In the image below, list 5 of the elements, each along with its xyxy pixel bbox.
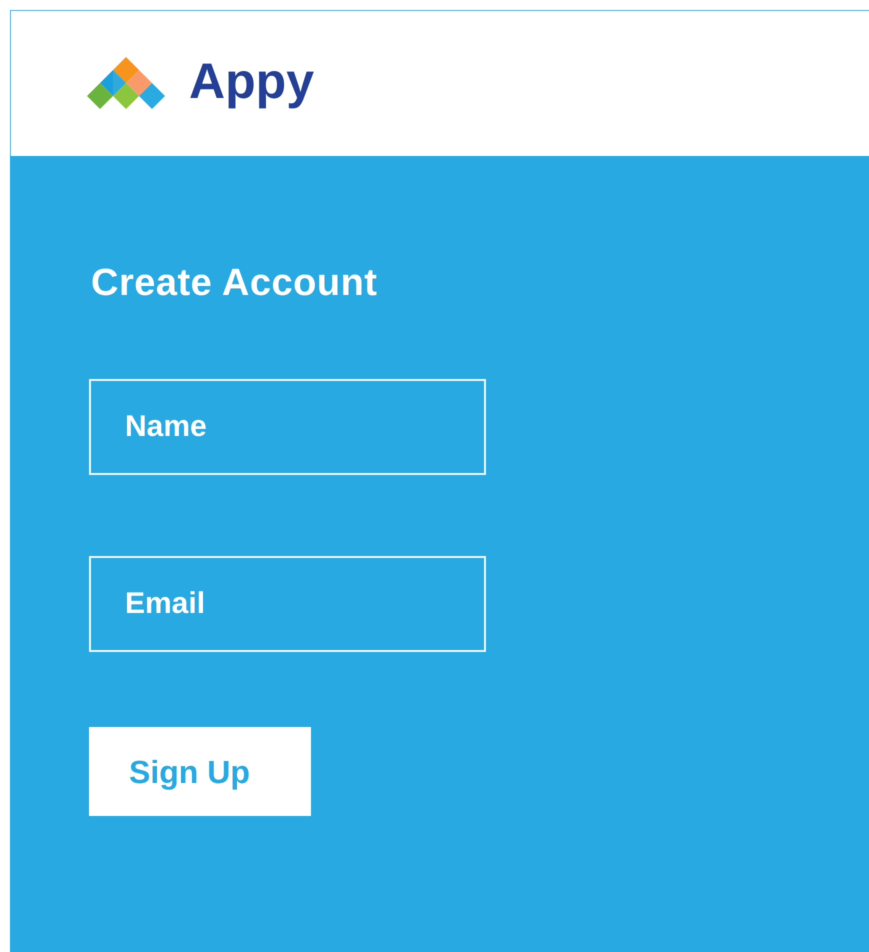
form-title: Create Account <box>91 264 378 302</box>
input-field[interactable]: Name <box>89 379 486 475</box>
logo-icon <box>85 56 167 110</box>
sign-up-button[interactable]: Sign Up <box>89 727 311 816</box>
input-field[interactable]: Email <box>89 556 486 652</box>
